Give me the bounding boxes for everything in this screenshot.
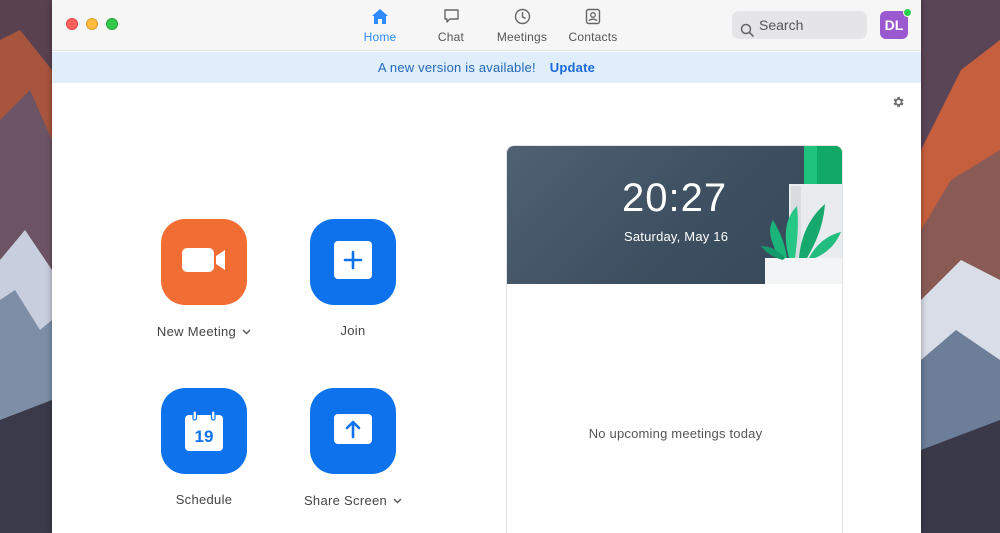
- tab-contacts[interactable]: Contacts: [564, 8, 622, 46]
- clock-date: Saturday, May 16: [624, 229, 729, 244]
- plant-illustration: [759, 146, 842, 289]
- presence-status-dot: [903, 8, 912, 17]
- schedule-button[interactable]: 19: [161, 388, 247, 474]
- upcoming-meetings-panel: 20:27 Saturday, May 16 No upcoming meeti…: [506, 145, 843, 533]
- video-camera-icon: [182, 246, 226, 279]
- search-icon: [740, 18, 754, 46]
- join-button[interactable]: [310, 219, 396, 305]
- share-arrow-icon: [334, 413, 372, 449]
- new-meeting-label-row[interactable]: New Meeting: [131, 323, 277, 339]
- tab-meetings-label: Meetings: [496, 30, 548, 44]
- plus-icon: [334, 240, 372, 284]
- new-meeting-action: New Meeting: [157, 219, 251, 339]
- update-message: A new version is available!: [377, 60, 536, 75]
- window-maximize-button[interactable]: [106, 18, 118, 30]
- tab-chat-label: Chat: [437, 30, 465, 44]
- share-screen-label: Share Screen: [303, 493, 388, 508]
- share-screen-action: Share Screen: [304, 388, 402, 508]
- calendar-icon: 19: [185, 411, 223, 451]
- join-label: Join: [340, 323, 366, 338]
- settings-gear-icon[interactable]: [891, 95, 905, 114]
- tab-chat[interactable]: Chat: [432, 8, 470, 46]
- tab-meetings[interactable]: Meetings: [492, 8, 552, 46]
- chevron-down-icon[interactable]: [242, 323, 251, 338]
- schedule-action: 19 Schedule: [161, 388, 247, 507]
- zoom-window: Home Chat Meetings Contacts Search DL A …: [52, 0, 921, 533]
- calendar-day: 19: [194, 427, 214, 446]
- chat-icon: [432, 8, 470, 27]
- tab-home-label: Home: [363, 30, 397, 44]
- contacts-icon: [564, 8, 622, 27]
- search-placeholder: Search: [759, 17, 804, 33]
- no-meetings-message: No upcoming meetings today: [588, 426, 763, 441]
- desktop-wallpaper-right: [921, 0, 1000, 533]
- update-link[interactable]: Update: [550, 60, 595, 75]
- join-action: Join: [310, 219, 396, 338]
- new-meeting-label: New Meeting: [156, 324, 237, 339]
- title-bar: Home Chat Meetings Contacts Search DL: [52, 0, 921, 51]
- clock-icon: [492, 8, 552, 27]
- window-close-button[interactable]: [66, 18, 78, 30]
- chevron-down-icon[interactable]: [393, 492, 402, 507]
- window-minimize-button[interactable]: [86, 18, 98, 30]
- desktop-wallpaper-left: [0, 0, 52, 533]
- search-input[interactable]: Search: [732, 11, 867, 39]
- share-screen-label-row[interactable]: Share Screen: [280, 492, 426, 508]
- clock-time: 20:27: [622, 176, 728, 220]
- tab-home[interactable]: Home: [358, 8, 402, 46]
- update-banner: A new version is available! Update: [52, 52, 921, 83]
- new-meeting-button[interactable]: [161, 219, 247, 305]
- tab-contacts-label: Contacts: [568, 30, 618, 44]
- schedule-label: Schedule: [175, 492, 233, 507]
- home-icon: [358, 8, 402, 27]
- clock-card: 20:27 Saturday, May 16: [507, 146, 842, 284]
- share-screen-button[interactable]: [310, 388, 396, 474]
